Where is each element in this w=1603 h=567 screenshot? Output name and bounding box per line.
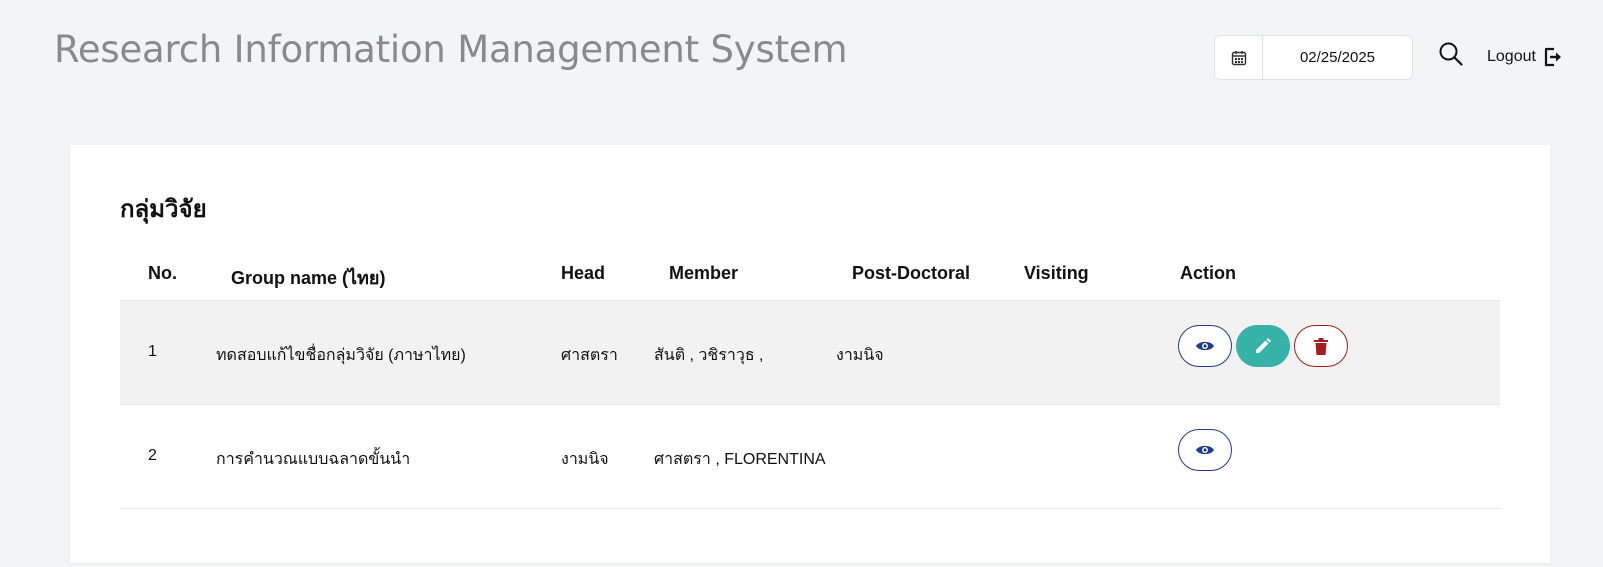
cell-head: ศาสตรา: [561, 347, 618, 364]
calendar-icon[interactable]: [1215, 36, 1263, 79]
table-row: 1 ทดสอบแก้ไขชื่อกลุ่มวิจัย (ภาษาไทย) ศาส…: [120, 301, 1500, 405]
cell-no: 1: [148, 343, 157, 360]
col-head: Head: [561, 263, 606, 283]
view-button[interactable]: [1178, 325, 1232, 367]
row-actions: [1178, 429, 1232, 471]
logout-button[interactable]: Logout: [1487, 44, 1564, 70]
search-button[interactable]: [1437, 40, 1465, 68]
eye-icon: [1196, 341, 1214, 351]
section-title: กลุ่มวิจัย: [120, 196, 207, 223]
delete-button[interactable]: [1294, 325, 1348, 367]
date-value[interactable]: 02/25/2025: [1263, 36, 1412, 79]
view-button[interactable]: [1178, 429, 1232, 471]
eye-icon: [1196, 445, 1214, 455]
research-groups-table: No. Group name (ไทย) Head Member Post-Do…: [120, 245, 1500, 509]
search-icon: [1439, 42, 1463, 66]
edit-button[interactable]: [1236, 325, 1290, 367]
logout-label: Logout: [1487, 48, 1536, 65]
cell-group-name: ทดสอบแก้ไขชื่อกลุ่มวิจัย (ภาษาไทย): [216, 347, 466, 364]
cell-no: 2: [148, 447, 157, 464]
logout-icon: [1544, 47, 1561, 67]
cell-head: งามนิจ: [561, 451, 609, 468]
cell-group-name: การคำนวณแบบฉลาดขั้นนำ: [216, 451, 411, 468]
date-picker[interactable]: 02/25/2025: [1214, 35, 1413, 80]
col-action: Action: [1180, 263, 1236, 283]
table-row: 2 การคำนวณแบบฉลาดขั้นนำ งามนิจ ศาสตรา , …: [120, 405, 1500, 509]
research-groups-card: กลุ่มวิจัย No. Group name (ไทย) Head Mem…: [70, 145, 1550, 563]
trash-icon: [1314, 337, 1328, 355]
cell-member: ศาสตรา , FLORENTINA: [654, 451, 826, 468]
row-actions: [1178, 325, 1348, 367]
pencil-icon: [1256, 338, 1271, 353]
col-member: Member: [669, 263, 739, 283]
table-header: No. Group name (ไทย) Head Member Post-Do…: [120, 245, 1500, 301]
cell-member: สันติ , วชิราวุธ ,: [654, 347, 764, 364]
col-no: No.: [148, 263, 177, 283]
col-visiting: Visiting: [1024, 263, 1089, 283]
col-group-name: Group name (ไทย): [231, 268, 386, 288]
cell-post-doctoral: งามนิจ: [836, 347, 884, 364]
col-post-doctoral: Post-Doctoral: [852, 263, 971, 283]
app-title: Research Information Management System: [54, 28, 848, 71]
